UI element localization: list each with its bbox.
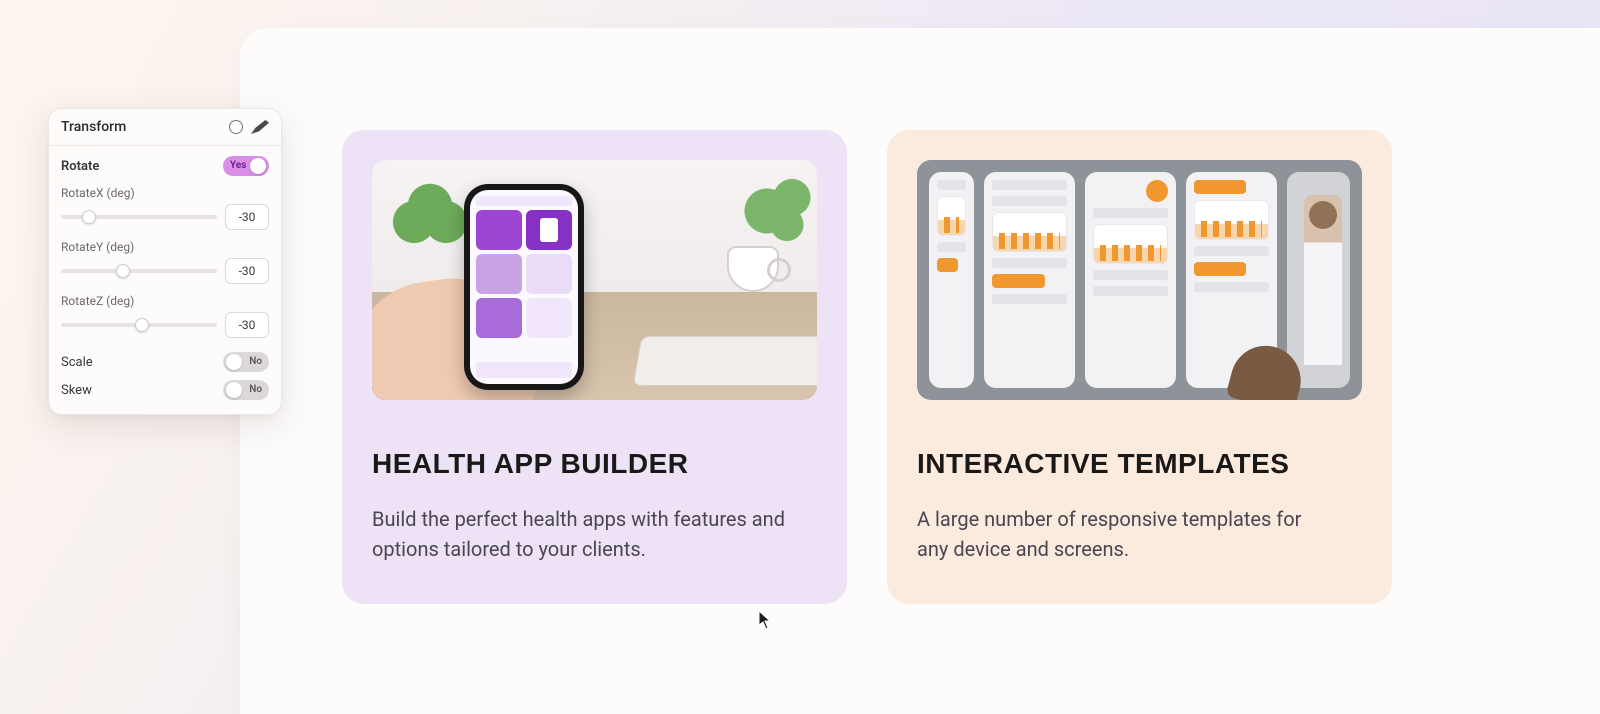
rotate-label: Rotate: [61, 159, 99, 174]
card-health-image: [372, 160, 817, 400]
skew-label: Skew: [61, 383, 92, 398]
templates-illustration: [917, 160, 1362, 400]
skew-toggle-text: No: [249, 382, 262, 398]
card-templates-title: INTERACTIVE TEMPLATES: [917, 448, 1362, 480]
reset-icon[interactable]: [229, 120, 243, 134]
rotatex-slider[interactable]: [61, 215, 217, 219]
card-interactive-templates[interactable]: INTERACTIVE TEMPLATES A large number of …: [887, 130, 1392, 604]
skew-toggle[interactable]: No: [223, 380, 269, 400]
edit-icon[interactable]: [251, 120, 269, 134]
panel-header: Transform: [49, 109, 281, 146]
card-health-app-builder[interactable]: HEALTH APP BUILDER Build the perfect hea…: [342, 130, 847, 604]
card-health-desc: Build the perfect health apps with featu…: [372, 504, 792, 564]
scale-row: Scale No: [61, 352, 269, 372]
rotate-toggle-text: Yes: [230, 158, 246, 174]
rotatex-label: RotateX (deg): [61, 186, 269, 200]
rotatey-label: RotateY (deg): [61, 240, 269, 254]
rotate-toggle[interactable]: Yes: [223, 156, 269, 176]
panel-title: Transform: [61, 119, 126, 135]
card-templates-desc: A large number of responsive templates f…: [917, 504, 1337, 564]
scale-toggle-text: No: [249, 354, 262, 370]
card-templates-image: [917, 160, 1362, 400]
skew-row: Skew No: [61, 380, 269, 400]
rotatez-slider[interactable]: [61, 323, 217, 327]
phone-desk-illustration: [372, 160, 817, 400]
rotatez-value[interactable]: -30: [225, 312, 269, 338]
transform-panel: Transform Rotate Yes RotateX (deg) -30 R…: [48, 108, 282, 415]
scale-toggle[interactable]: No: [223, 352, 269, 372]
rotatey-slider[interactable]: [61, 269, 217, 273]
scale-label: Scale: [61, 355, 93, 370]
feature-row: HEALTH APP BUILDER Build the perfect hea…: [342, 130, 1392, 604]
rotatez-control: RotateZ (deg) -30: [61, 294, 269, 338]
rotatez-label: RotateZ (deg): [61, 294, 269, 308]
rotatex-value[interactable]: -30: [225, 204, 269, 230]
rotatey-value[interactable]: -30: [225, 258, 269, 284]
card-health-title: HEALTH APP BUILDER: [372, 448, 817, 480]
rotatex-control: RotateX (deg) -30: [61, 186, 269, 230]
rotate-row: Rotate Yes: [61, 156, 269, 176]
rotatey-control: RotateY (deg) -30: [61, 240, 269, 284]
cursor-icon: [758, 610, 772, 630]
